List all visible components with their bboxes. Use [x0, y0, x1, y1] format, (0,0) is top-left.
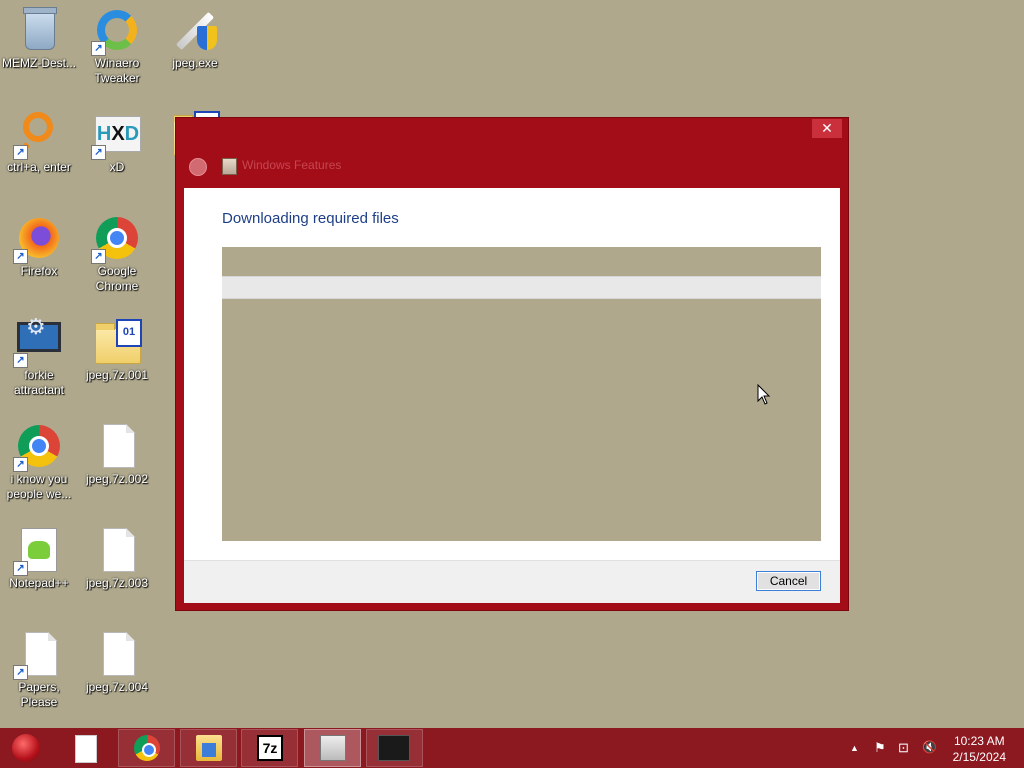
clock-time: 10:23 AM: [953, 734, 1005, 748]
desktop-icon-label: forkie attractant: [13, 368, 65, 397]
sword-shield-icon: [171, 6, 219, 54]
desktop-icon-label: jpeg.7z.003: [85, 576, 149, 590]
desktop-icon-google-chrome[interactable]: ↗ Google Chrome: [78, 208, 156, 306]
blank-file-icon: ↗: [13, 630, 63, 680]
chrome-icon: ↗: [91, 214, 141, 264]
shortcut-arrow-icon: ↗: [13, 353, 28, 368]
7zip-icon: 7z: [257, 735, 283, 761]
desktop-icon-label: jpeg.7z.004: [85, 680, 149, 694]
dialog-footer: Cancel: [184, 560, 840, 603]
winaero-icon: ↗: [91, 6, 141, 56]
clock-date: 2/15/2024: [952, 750, 1006, 764]
hxd-icon: HXD ↗: [91, 110, 141, 160]
desktop-icon-label: i know you people we...: [6, 472, 72, 501]
desktop-icon-label: MEMZ-Dest...: [2, 56, 76, 70]
desktop-icon-jpeg-7z-003[interactable]: jpeg.7z.003: [78, 520, 156, 618]
shortcut-arrow-icon: ↗: [13, 145, 28, 160]
blank-file-icon: [93, 630, 141, 678]
desktop-icon-xd[interactable]: HXD ↗ xD: [78, 104, 156, 202]
start-orb-icon[interactable]: [6, 732, 46, 764]
taskbar-app-blank-file[interactable]: [56, 729, 113, 767]
shortcut-arrow-icon: ↗: [91, 145, 106, 160]
download-progress-panel: [222, 247, 821, 541]
desktop-icon-label: Google Chrome: [95, 264, 139, 293]
desktop-icon-label: Notepad++: [9, 576, 69, 590]
desktop-icon-winaero[interactable]: ↗ Winaero Tweaker: [78, 0, 156, 98]
system-tray: ▲ ⚑ ⊡ 🔇 10:23 AM 2/15/2024: [824, 728, 1024, 768]
chrome-icon: [134, 735, 160, 761]
progress-bar: [222, 276, 821, 299]
taskbar-app-setup[interactable]: [304, 729, 361, 767]
blank-file-icon: [93, 422, 141, 470]
shortcut-arrow-icon: ↗: [13, 249, 28, 264]
shortcut-arrow-icon: ↗: [91, 249, 106, 264]
desktop-icon-label: Firefox: [20, 264, 58, 278]
desktop-icon-label: jpeg.7z.002: [85, 472, 149, 486]
desktop-icon-jpeg-7z-004[interactable]: jpeg.7z.004: [78, 624, 156, 722]
desktop-icon-notepad-plus-plus[interactable]: ↗ Notepad++: [0, 520, 78, 618]
shortcut-arrow-icon: ↗: [13, 561, 28, 576]
blank-file-icon: [93, 526, 141, 574]
desktop-icon-jpeg-7z-001[interactable]: jpeg.7z.001: [78, 312, 156, 410]
file-explorer-icon: [196, 735, 222, 761]
volume-muted-icon[interactable]: 🔇: [922, 740, 937, 754]
blank-file-icon: [75, 735, 97, 763]
recycle-bin-icon: [15, 6, 63, 54]
shortcut-arrow-icon: ↗: [13, 457, 28, 472]
shortcut-arrow-icon: ↗: [91, 41, 106, 56]
desktop-icon-label: jpeg.7z.001: [85, 368, 149, 382]
folder-binary-icon: [93, 318, 142, 366]
desktop-icon-label: ctrl+a, enter: [7, 160, 71, 174]
taskbar: 7z ▲ ⚑ ⊡ 🔇 10:23 AM 2/15/2024: [0, 728, 1024, 768]
desktop-icon-memz[interactable]: MEMZ-Dest...: [0, 0, 78, 98]
monitor-gear-icon: ↗: [13, 318, 63, 368]
back-icon[interactable]: [189, 158, 207, 176]
dialog-header: Windows Features: [184, 138, 840, 188]
shortcut-arrow-icon: ↗: [13, 665, 28, 680]
taskbar-app-7zip[interactable]: 7z: [241, 729, 298, 767]
desktop-icon-ctrl-a-enter[interactable]: ↗ ctrl+a, enter: [0, 104, 78, 202]
windows-features-dialog: ✕ Windows Features Downloading required …: [176, 118, 848, 610]
dialog-heading: Downloading required files: [222, 210, 399, 227]
firefox-icon: ↗: [13, 214, 63, 264]
action-center-flag-icon[interactable]: ⚑: [874, 740, 886, 756]
chrome-icon: ↗: [13, 422, 63, 472]
desktop-icon-label: Papers, Please: [18, 680, 60, 709]
notepadpp-icon: ↗: [13, 526, 63, 576]
show-hidden-icons-icon[interactable]: ▲: [850, 743, 859, 753]
clock[interactable]: 10:23 AM 2/15/2024: [953, 733, 1006, 765]
taskbar-app-chrome[interactable]: [118, 729, 175, 767]
desktop-icon-forkie-attractant[interactable]: ↗ forkie attractant: [0, 312, 78, 410]
dialog-body: Downloading required files: [184, 188, 840, 560]
desktop-icon-jpeg-7z-002[interactable]: jpeg.7z.002: [78, 416, 156, 514]
desktop-icon-label: xD: [109, 160, 125, 174]
desktop-icon-i-know-you-people[interactable]: ↗ i know you people we...: [0, 416, 78, 514]
network-icon[interactable]: ⊡: [898, 740, 909, 756]
cancel-button[interactable]: Cancel: [756, 571, 821, 591]
desktop-icon-label: jpeg.exe: [172, 56, 218, 70]
desktop-icon-jpeg-exe[interactable]: jpeg.exe: [156, 0, 234, 98]
photo-icon: [378, 735, 410, 761]
magnifier-ring-icon: ↗: [13, 110, 63, 160]
close-button[interactable]: ✕: [812, 119, 842, 138]
desktop-icon-firefox[interactable]: ↗ Firefox: [0, 208, 78, 306]
setup-icon: [320, 735, 346, 761]
desktop-icon-label: Winaero Tweaker: [94, 56, 140, 85]
taskbar-app-file-explorer[interactable]: [180, 729, 237, 767]
dialog-title: Windows Features: [242, 158, 342, 172]
windows-features-icon: [222, 158, 237, 175]
taskbar-app-photo[interactable]: [366, 729, 423, 767]
desktop-icon-papers-please[interactable]: ↗ Papers, Please: [0, 624, 78, 722]
